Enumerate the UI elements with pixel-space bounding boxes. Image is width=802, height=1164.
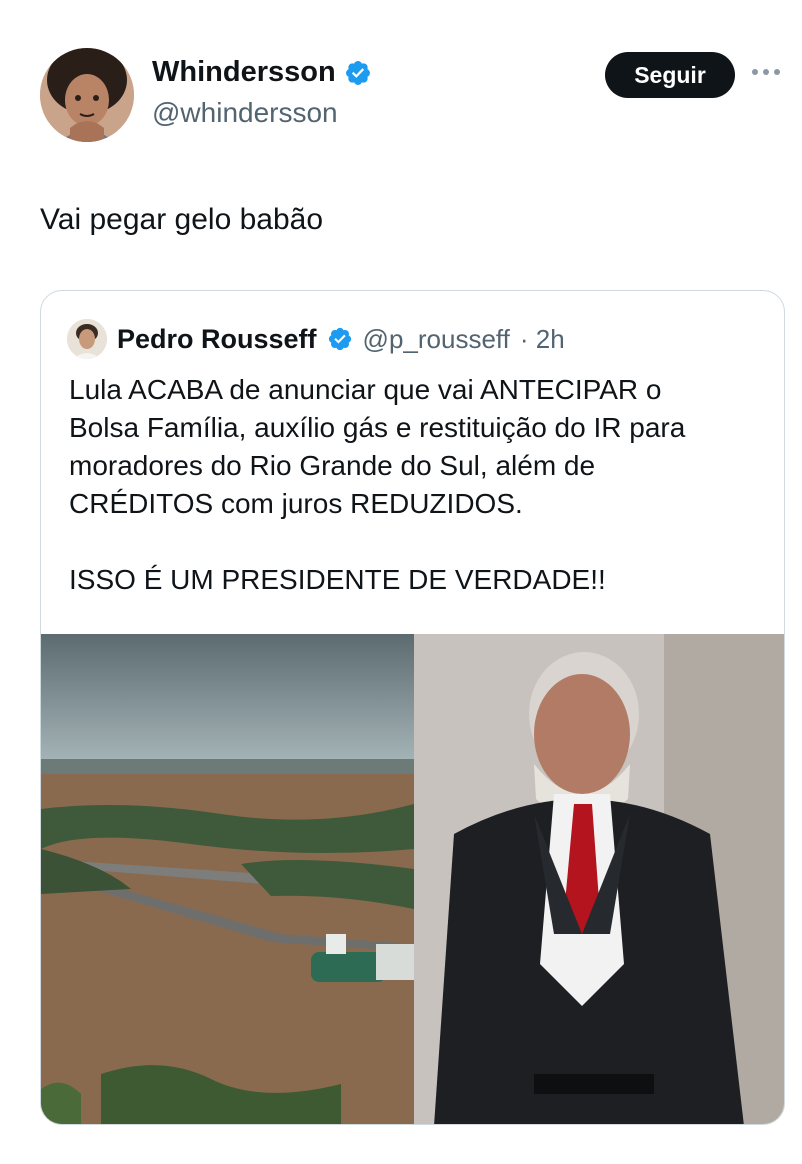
president-photo[interactable] [414, 634, 784, 1124]
author-handle[interactable]: @whindersson [152, 97, 372, 129]
author-avatar[interactable] [40, 48, 134, 142]
quoted-media[interactable] [41, 634, 784, 1124]
flood-photo[interactable] [41, 634, 414, 1124]
author-info: Whindersson @whindersson [152, 56, 372, 129]
quoted-time[interactable]: · 2h [520, 324, 565, 355]
quoted-author-handle[interactable]: @p_rousseff [363, 324, 510, 355]
more-dot [763, 69, 769, 75]
quoted-text: Lula ACABA de anunciar que vai ANTECIPAR… [69, 374, 686, 595]
follow-button[interactable]: Seguir [605, 52, 735, 98]
quoted-author-name[interactable]: Pedro Rousseff [117, 324, 317, 355]
verified-badge-icon [344, 59, 372, 87]
tweet-text: Vai pegar gelo babão [40, 203, 324, 236]
quoted-author-avatar[interactable] [67, 319, 107, 359]
more-dot [774, 69, 780, 75]
verified-badge-icon [327, 326, 353, 352]
more-icon[interactable] [752, 64, 786, 80]
more-dot [752, 69, 758, 75]
author-name[interactable]: Whindersson [152, 56, 336, 89]
quoted-header: Pedro Rousseff @p_rousseff · 2h [67, 319, 565, 359]
quoted-tweet[interactable]: Pedro Rousseff @p_rousseff · 2h Lula ACA… [40, 290, 785, 1125]
